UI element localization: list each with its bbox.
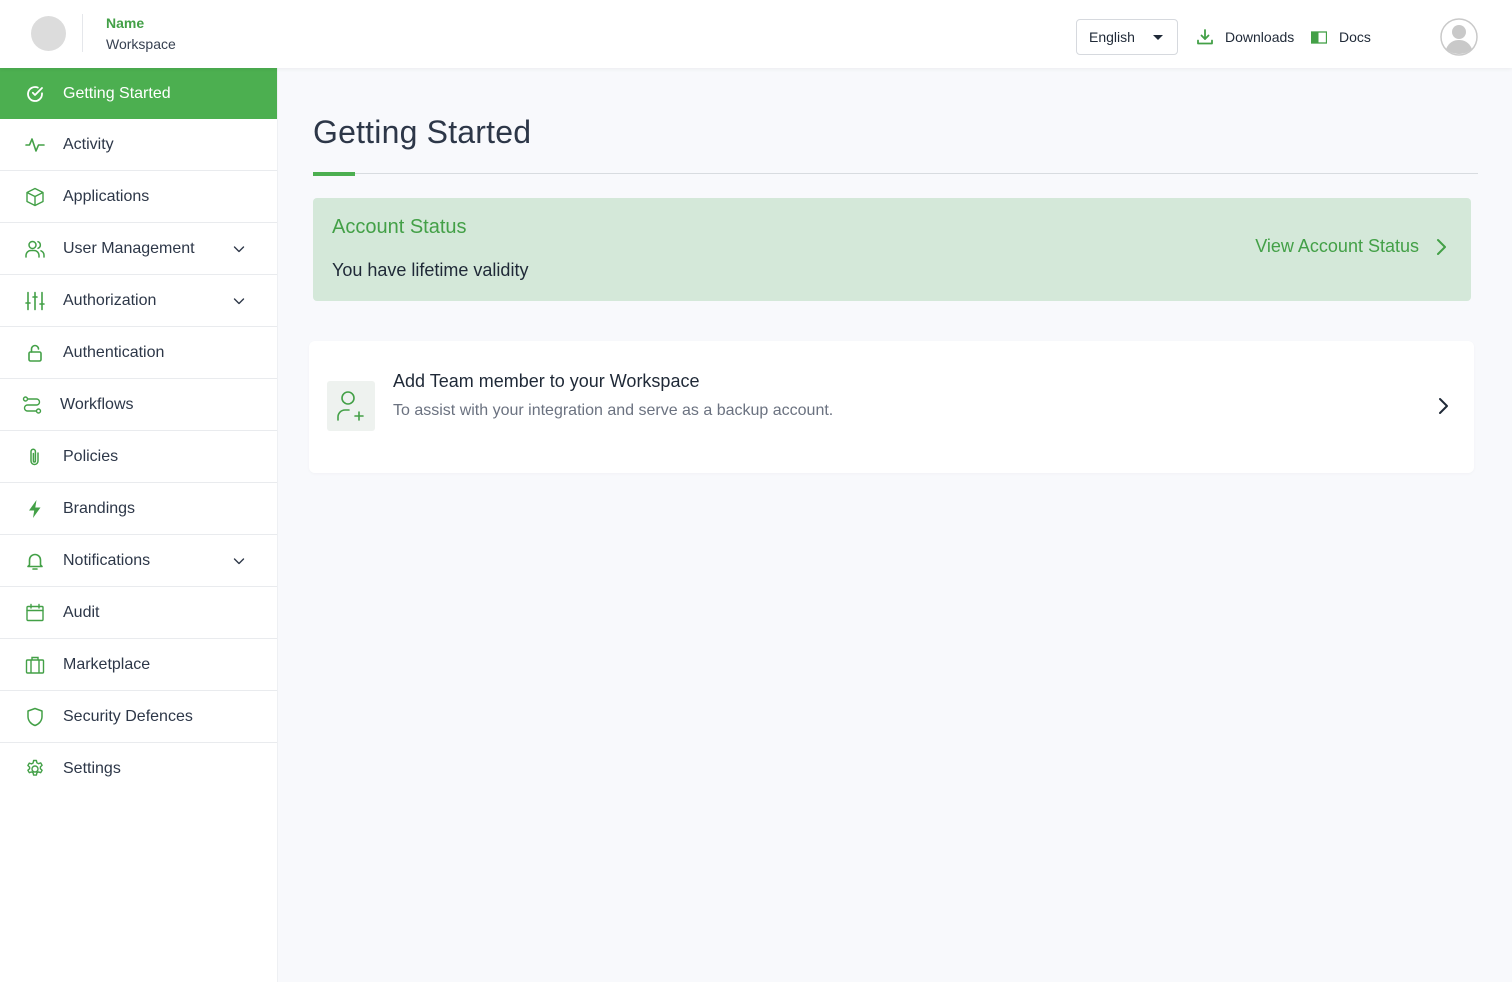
activity-icon: [25, 135, 45, 155]
users-icon: [25, 239, 45, 259]
header-divider: [82, 14, 83, 52]
sidebar-item-security-defences[interactable]: Security Defences: [0, 691, 277, 743]
account-status-title: Account Status: [332, 216, 467, 238]
sidebar-item-label: Authentication: [63, 343, 165, 361]
docs-link[interactable]: Docs: [1339, 29, 1371, 45]
workspace-logo[interactable]: [31, 16, 66, 51]
chevron-down-icon[interactable]: [232, 242, 246, 256]
sidebar-item-label: User Management: [63, 239, 195, 257]
workspace-name: Name: [106, 15, 145, 31]
sidebar-item-label: Activity: [63, 135, 114, 153]
sidebar-item-label: Security Defences: [63, 707, 193, 725]
sidebar-item-settings[interactable]: Settings: [0, 743, 277, 795]
sidebar-item-label: Getting Started: [63, 84, 171, 102]
sidebar-item-notifications[interactable]: Notifications: [0, 535, 277, 587]
sidebar-item-marketplace[interactable]: Marketplace: [0, 639, 277, 691]
chevron-down-icon[interactable]: [232, 554, 246, 568]
bolt-icon: [25, 499, 45, 519]
briefcase-icon: [25, 655, 45, 675]
chevron-right-icon: [1437, 238, 1446, 255]
sidebar-item-getting-started[interactable]: Getting Started: [0, 68, 277, 119]
sidebar-item-authorization[interactable]: Authorization: [0, 275, 277, 327]
sidebar-item-authentication[interactable]: Authentication: [0, 327, 277, 379]
cube-icon: [25, 187, 45, 207]
sidebar-item-label: Applications: [63, 187, 150, 205]
account-status-text: You have lifetime validity: [332, 260, 529, 280]
top-header: Name Workspace English Downloads Docs: [0, 0, 1512, 68]
view-account-status-label: View Account Status: [1255, 236, 1419, 256]
workflow-icon: [22, 395, 42, 415]
account-status-card: Account Status You have lifetime validit…: [313, 198, 1471, 301]
sidebar-item-label: Settings: [63, 760, 121, 777]
downloads-link[interactable]: Downloads: [1225, 29, 1294, 45]
title-divider: [313, 173, 1478, 174]
download-icon[interactable]: [1196, 28, 1214, 46]
sliders-icon: [25, 291, 45, 311]
add-user-icon: [327, 381, 375, 431]
chevron-down-icon[interactable]: [232, 294, 246, 308]
chevron-right-icon[interactable]: [1435, 396, 1451, 416]
sidebar-item-label: Authorization: [63, 291, 157, 309]
sidebar-item-user-management[interactable]: User Management: [0, 223, 277, 275]
calendar-icon: [25, 603, 45, 623]
page-title: Getting Started: [313, 114, 532, 150]
sidebar-item-label: Policies: [63, 447, 119, 465]
sidebar-item-label: Brandings: [63, 499, 136, 517]
sidebar-item-policies[interactable]: Policies: [0, 431, 277, 483]
task-description: To assist with your integration and serv…: [393, 402, 834, 419]
title-accent-bar: [313, 172, 355, 176]
add-team-member-card[interactable]: Add Team member to your Workspace To ass…: [309, 341, 1474, 473]
docs-icon[interactable]: [1311, 31, 1327, 44]
sidebar: Getting Started Activity Applications Us…: [0, 68, 278, 982]
sidebar-item-activity[interactable]: Activity: [0, 119, 277, 171]
sidebar-item-label: Notifications: [63, 551, 151, 569]
caret-down-icon: [1153, 35, 1163, 40]
sidebar-item-label: Marketplace: [63, 655, 151, 673]
bell-icon: [25, 551, 45, 571]
task-title: Add Team member to your Workspace: [393, 371, 700, 391]
sidebar-item-applications[interactable]: Applications: [0, 171, 277, 223]
lock-icon: [25, 343, 45, 363]
shield-icon: [25, 707, 45, 727]
workspace-subtitle: Workspace: [106, 36, 176, 52]
language-value: English: [1089, 29, 1135, 45]
view-account-status-link[interactable]: View Account Status: [1255, 236, 1449, 257]
sidebar-item-workflows[interactable]: Workflows: [0, 379, 277, 431]
language-select[interactable]: English: [1076, 19, 1178, 55]
paperclip-icon: [25, 447, 45, 467]
sidebar-item-label: Workflows: [60, 395, 134, 413]
check-circle-icon: [25, 84, 45, 104]
sidebar-item-audit[interactable]: Audit: [0, 587, 277, 639]
user-avatar-icon[interactable]: [1440, 18, 1478, 56]
sidebar-item-label: Audit: [63, 603, 100, 621]
sidebar-item-brandings[interactable]: Brandings: [0, 483, 277, 535]
gear-icon: [25, 759, 45, 779]
